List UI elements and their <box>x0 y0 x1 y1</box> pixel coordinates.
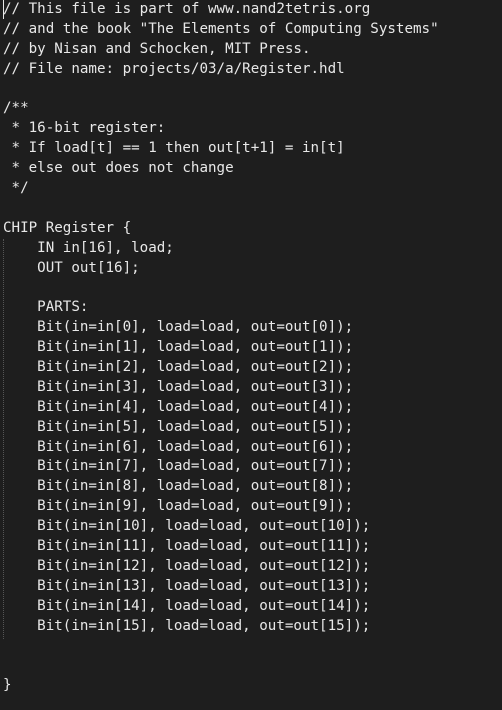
code-line[interactable]: // File name: projects/03/a/Register.hdl <box>0 60 502 80</box>
text-cursor <box>3 0 4 19</box>
code-line[interactable]: Bit(in=in[10], load=load, out=out[10]); <box>0 517 502 537</box>
code-line[interactable]: Bit(in=in[0], load=load, out=out[0]); <box>0 318 502 338</box>
code-line[interactable]: CHIP Register { <box>0 219 502 239</box>
code-line[interactable]: Bit(in=in[13], load=load, out=out[13]); <box>0 577 502 597</box>
code-line[interactable]: * 16-bit register: <box>0 119 502 139</box>
code-line[interactable]: Bit(in=in[5], load=load, out=out[5]); <box>0 418 502 438</box>
code-line[interactable]: IN in[16], load; <box>0 239 502 259</box>
code-line[interactable]: PARTS: <box>0 298 502 318</box>
code-line[interactable]: */ <box>0 179 502 199</box>
code-line[interactable]: Bit(in=in[7], load=load, out=out[7]); <box>0 457 502 477</box>
code-line[interactable]: * else out does not change <box>0 159 502 179</box>
code-line[interactable]: Bit(in=in[11], load=load, out=out[11]); <box>0 537 502 557</box>
code-line[interactable]: Bit(in=in[1], load=load, out=out[1]); <box>0 338 502 358</box>
code-line[interactable]: * If load[t] == 1 then out[t+1] = in[t] <box>0 139 502 159</box>
code-line[interactable] <box>0 278 502 298</box>
code-line[interactable]: Bit(in=in[12], load=load, out=out[12]); <box>0 557 502 577</box>
code-line[interactable]: // This file is part of www.nand2tetris.… <box>0 0 502 20</box>
code-line[interactable]: Bit(in=in[2], load=load, out=out[2]); <box>0 358 502 378</box>
code-line[interactable] <box>0 637 502 657</box>
code-line[interactable]: Bit(in=in[14], load=load, out=out[14]); <box>0 597 502 617</box>
indent-guide <box>3 239 5 639</box>
code-line[interactable] <box>0 80 502 100</box>
code-line[interactable]: // by Nisan and Schocken, MIT Press. <box>0 40 502 60</box>
code-line[interactable]: Bit(in=in[9], load=load, out=out[9]); <box>0 497 502 517</box>
code-line[interactable]: OUT out[16]; <box>0 259 502 279</box>
code-line[interactable]: /** <box>0 99 502 119</box>
code-line[interactable]: Bit(in=in[8], load=load, out=out[8]); <box>0 477 502 497</box>
code-line[interactable]: Bit(in=in[4], load=load, out=out[4]); <box>0 398 502 418</box>
code-line[interactable] <box>0 656 502 676</box>
code-line[interactable]: // and the book "The Elements of Computi… <box>0 20 502 40</box>
code-lines: // This file is part of www.nand2tetris.… <box>0 0 502 696</box>
code-editor[interactable]: // This file is part of www.nand2tetris.… <box>0 0 502 710</box>
code-line[interactable]: } <box>0 676 502 696</box>
code-line[interactable]: Bit(in=in[3], load=load, out=out[3]); <box>0 378 502 398</box>
code-line[interactable] <box>0 199 502 219</box>
code-line[interactable]: Bit(in=in[15], load=load, out=out[15]); <box>0 617 502 637</box>
code-line[interactable]: Bit(in=in[6], load=load, out=out[6]); <box>0 438 502 458</box>
